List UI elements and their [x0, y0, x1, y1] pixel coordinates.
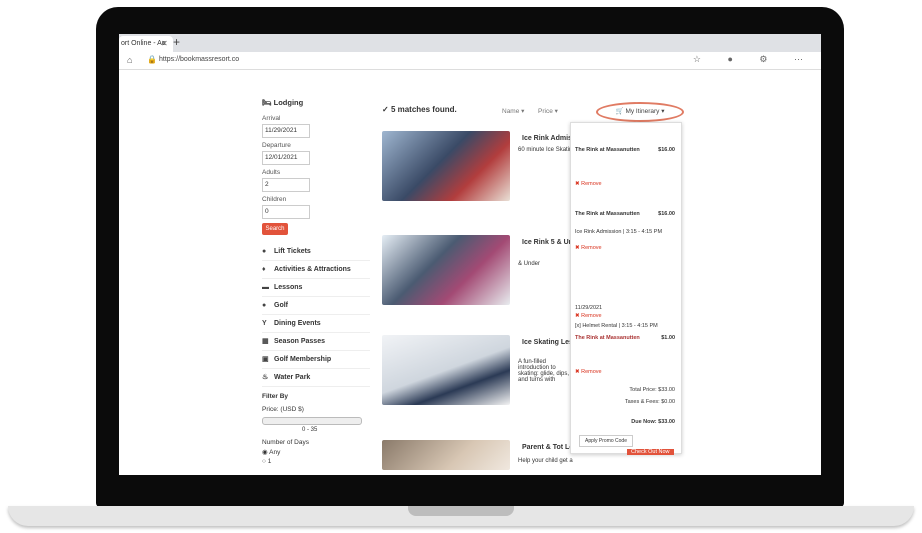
- sidebar: 🛏 Lodging Arrival 11/29/2021 Departure 1…: [262, 98, 370, 465]
- product-image: [382, 235, 510, 305]
- sort-name[interactable]: Name ▾: [502, 107, 524, 115]
- cart-item-name: The Rink at Massanutten: [575, 211, 640, 217]
- tab-bar: ort Online - Ac ✕ +: [119, 34, 821, 52]
- lessons-icon: ▬: [262, 284, 269, 291]
- check-icon: ✓: [382, 105, 389, 114]
- itinerary-label: My Itinerary: [625, 108, 660, 115]
- url-field[interactable]: https://bookmassresort.co: [159, 56, 239, 63]
- radio-label: 1: [267, 458, 272, 465]
- glass-icon: Y: [262, 320, 267, 327]
- search-button[interactable]: Search: [262, 223, 288, 235]
- new-tab-icon[interactable]: +: [173, 35, 180, 49]
- tab-title: ort Online - Ac: [121, 40, 166, 47]
- category-label: Golf: [274, 302, 288, 309]
- category-label: Dining Events: [274, 320, 321, 327]
- filter-title: Filter By: [262, 393, 289, 400]
- product-description: & Under: [518, 261, 541, 267]
- product-image: [382, 440, 510, 470]
- adults-input[interactable]: 2: [262, 178, 310, 192]
- product-image: [382, 335, 510, 405]
- category-label: Golf Membership: [274, 356, 332, 363]
- browser-tab[interactable]: ort Online - Ac ✕: [119, 36, 173, 52]
- total-price: Total Price: $33.00: [629, 387, 675, 393]
- category-label: Lift Tickets: [274, 248, 311, 255]
- results-count: ✓ 5 matches found.: [382, 105, 457, 114]
- product-description: A fun-filled introduction to skating: gl…: [518, 359, 570, 383]
- product-card[interactable]: Ice Skating Lessons A fun-filled introdu…: [382, 335, 589, 405]
- sidebar-item-activities[interactable]: ♦ Activities & Attractions: [262, 261, 370, 279]
- adults-label: Adults: [262, 169, 281, 176]
- water-icon: ♨: [262, 374, 269, 381]
- radio-label: Any: [269, 449, 281, 456]
- product-image: [382, 131, 510, 201]
- cart-item-price: $1.00: [661, 335, 675, 341]
- checkout-button[interactable]: Check Out Now: [627, 449, 674, 455]
- close-icon[interactable]: ✕: [161, 40, 168, 48]
- ticket-icon: ●: [262, 248, 267, 255]
- home-icon[interactable]: ⌂: [127, 55, 132, 65]
- sidebar-item-golf[interactable]: ● Golf: [262, 297, 370, 315]
- activity-icon: ♦: [262, 266, 266, 273]
- cart-item-detail: Ice Rink Admission | 3:15 - 4:15 PM: [575, 229, 663, 235]
- product-description: 60 minute Ice Skating: [518, 147, 576, 153]
- category-label: Water Park: [274, 374, 311, 381]
- membership-icon: ▣: [262, 356, 269, 363]
- departure-input[interactable]: 12/01/2021: [262, 151, 310, 165]
- golf-icon: ●: [262, 302, 267, 309]
- results-text: 5 matches found.: [390, 105, 457, 114]
- cart-date: 11/29/2021: [575, 305, 603, 311]
- bed-icon: 🛏: [262, 98, 272, 107]
- sidebar-item-lift-tickets[interactable]: ● Lift Tickets: [262, 243, 370, 261]
- children-input[interactable]: 0: [262, 205, 310, 219]
- remove-link[interactable]: ✖ Remove: [575, 313, 602, 319]
- category-label: Season Passes: [274, 338, 325, 345]
- sidebar-item-water-park[interactable]: ♨ Water Park: [262, 369, 370, 387]
- sidebar-item-dining[interactable]: Y Dining Events: [262, 315, 370, 333]
- children-label: Children: [262, 196, 287, 203]
- product-card[interactable]: Parent & Tot Lessons Help your child get…: [382, 440, 593, 470]
- promo-code-button[interactable]: Apply Promo Code: [579, 435, 633, 447]
- product-card[interactable]: Ice Rink 5 & Under & Under: [382, 235, 584, 305]
- price-label: Price: (USD $): [262, 406, 304, 413]
- product-description: Help your child get a: [518, 458, 573, 464]
- departure-label: Departure: [262, 142, 291, 149]
- itinerary-panel: The Rink at Massanutten $16.00 ✖ Remove …: [570, 122, 682, 455]
- cart-item-detail: [x] Helmet Rental | 3:15 - 4:15 PM: [575, 323, 658, 329]
- cart-item-name: The Rink at Massanutten: [575, 147, 640, 153]
- toolbar-icons[interactable]: ☆ ● ⚙ ⋯: [693, 54, 815, 65]
- lodging-heading: 🛏 Lodging: [262, 98, 370, 107]
- arrival-input[interactable]: 11/29/2021: [262, 124, 310, 138]
- itinerary-button[interactable]: 🛒 My Itinerary ▾: [596, 102, 684, 122]
- sidebar-item-golf-membership[interactable]: ▣ Golf Membership: [262, 351, 370, 369]
- sort-price[interactable]: Price ▾: [538, 107, 558, 115]
- category-label: Activities & Attractions: [274, 266, 351, 273]
- due-now: Due Now: $33.00: [631, 419, 675, 425]
- lodging-title: Lodging: [273, 98, 304, 107]
- cart-item-price: $16.00: [658, 211, 675, 217]
- cart-item-price: $16.00: [658, 147, 675, 153]
- price-range: 0 - 35: [302, 427, 318, 433]
- arrival-label: Arrival: [262, 115, 281, 122]
- address-bar: ⌂ 🔒 https://bookmassresort.co ☆ ● ⚙ ⋯: [119, 52, 821, 70]
- days-option-1[interactable]: ○ 1: [262, 458, 370, 465]
- cart-item-name: The Rink at Massanutten: [575, 335, 640, 341]
- remove-link[interactable]: ✖ Remove: [575, 245, 602, 251]
- category-label: Lessons: [274, 284, 303, 291]
- sidebar-item-lessons[interactable]: ▬ Lessons: [262, 279, 370, 297]
- taxes-fees: Taxes & Fees: $0.00: [624, 399, 675, 405]
- days-option-any[interactable]: ◉ Any: [262, 448, 370, 456]
- sidebar-item-season-passes[interactable]: ▦ Season Passes: [262, 333, 370, 351]
- price-slider[interactable]: [262, 417, 362, 425]
- remove-link[interactable]: ✖ Remove: [575, 181, 602, 187]
- pass-icon: ▦: [262, 338, 269, 345]
- remove-link[interactable]: ✖ Remove: [575, 369, 602, 375]
- days-label: Number of Days: [262, 439, 309, 446]
- laptop-notch: [408, 506, 514, 516]
- product-card[interactable]: Ice Rink Admission Ice Skating 60 minute…: [382, 131, 625, 201]
- lock-icon: 🔒: [147, 55, 157, 64]
